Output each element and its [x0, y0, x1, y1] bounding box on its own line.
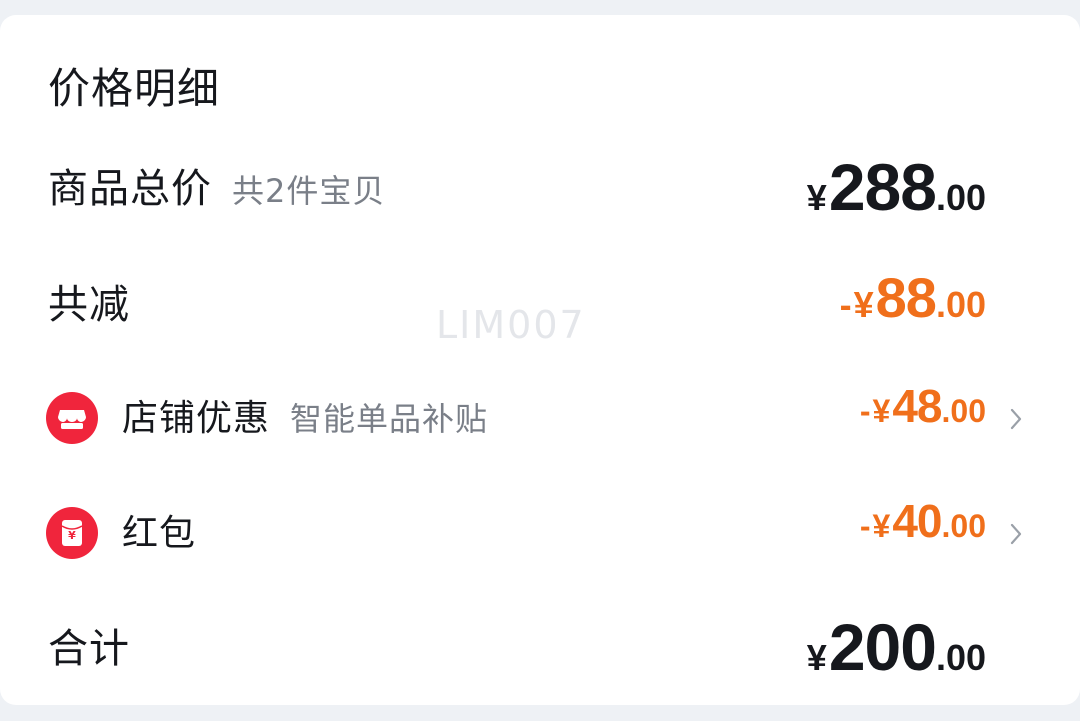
- goods-total-label-wrap: 商品总价 共2件宝贝: [48, 149, 385, 229]
- price-integer: 88: [875, 266, 937, 329]
- red-packet-icon-text: ¥: [68, 529, 76, 542]
- watermark: LIM007: [436, 303, 586, 347]
- store-icon: [46, 392, 98, 444]
- chevron-right-icon[interactable]: [1004, 379, 1028, 459]
- goods-total-row: 商品总价 共2件宝贝 ¥ 288 .00: [0, 149, 1080, 229]
- store-discount-label-wrap: 店铺优惠 智能单品补贴: [122, 379, 488, 459]
- store-discount-row[interactable]: 店铺优惠 智能单品补贴 - ¥ 48 .00: [0, 379, 1080, 459]
- store-discount-sub: 智能单品补贴: [290, 400, 489, 438]
- red-packet-label: 红包: [122, 513, 197, 554]
- total-label: 合计: [48, 626, 130, 672]
- price-decimal: .00: [935, 284, 986, 325]
- red-packet-price: - ¥ 40 .00: [860, 494, 986, 574]
- currency-symbol: ¥: [806, 637, 827, 678]
- section-title: 价格明细: [48, 64, 221, 113]
- total-reduce-price: - ¥ 88 .00: [840, 265, 986, 345]
- chevron-right-icon[interactable]: [1004, 494, 1028, 574]
- price-detail-card: 价格明细 商品总价 共2件宝贝 ¥ 288 .00 共减 - ¥ 88 .00 L…: [0, 15, 1080, 705]
- red-packet-row[interactable]: ¥ 红包 - ¥ 40 .00: [0, 494, 1080, 574]
- minus-sign: -: [839, 284, 852, 325]
- price-integer: 200: [828, 610, 937, 684]
- minus-sign: -: [859, 508, 871, 544]
- price-decimal: .00: [935, 637, 986, 678]
- item-count: 共2件宝贝: [232, 172, 386, 210]
- currency-symbol: ¥: [872, 393, 891, 429]
- price-integer: 48: [892, 380, 942, 432]
- price-decimal: .00: [935, 177, 986, 218]
- store-discount-price: - ¥ 48 .00: [860, 379, 986, 459]
- goods-total-price: ¥ 288 .00: [807, 149, 986, 229]
- total-row: 合计 ¥ 200 .00: [0, 609, 1080, 689]
- goods-total-label: 商品总价: [48, 166, 212, 212]
- total-reduce-label: 共减: [48, 282, 130, 328]
- minus-sign: -: [859, 393, 871, 429]
- store-discount-label: 店铺优惠: [122, 398, 271, 439]
- currency-symbol: ¥: [872, 508, 891, 544]
- price-integer: 40: [892, 495, 942, 547]
- total-price: ¥ 200 .00: [807, 609, 986, 689]
- currency-symbol: ¥: [806, 177, 827, 218]
- price-decimal: .00: [941, 393, 986, 429]
- price-decimal: .00: [941, 508, 986, 544]
- price-integer: 288: [828, 150, 937, 224]
- currency-symbol: ¥: [853, 284, 874, 325]
- red-packet-icon: ¥: [46, 507, 98, 559]
